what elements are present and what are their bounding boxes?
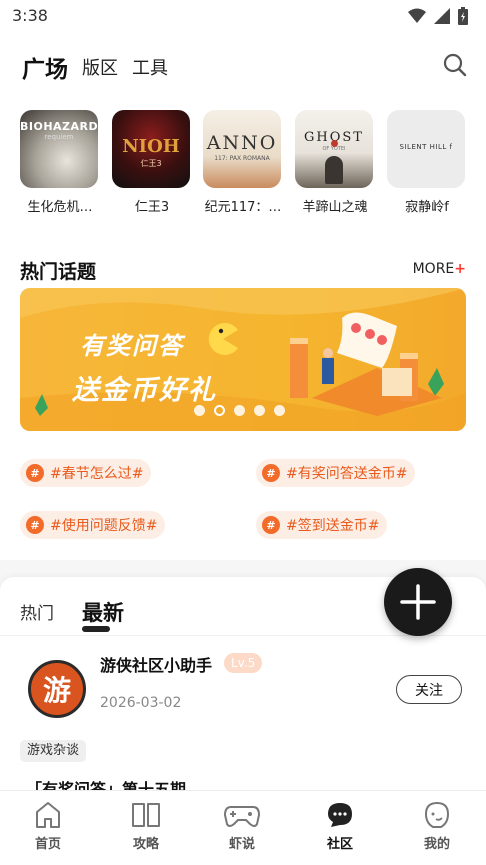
tab-tools[interactable]: 工具: [132, 54, 168, 80]
game-cover: NIOH 仁王3: [112, 110, 190, 188]
banner-line-1: 有奖问答: [80, 332, 184, 360]
search-icon[interactable]: [442, 52, 468, 78]
topic-tag[interactable]: # #使用问题反馈#: [20, 511, 166, 539]
banner-dot[interactable]: [274, 405, 285, 416]
game-item-nioh[interactable]: NIOH 仁王3 仁王3: [112, 110, 192, 215]
topic-tag-label: #有奖问答送金币#: [286, 466, 408, 482]
game-cover-subtitle: 117: PAX ROMANA: [214, 155, 270, 162]
game-item-silent-hill[interactable]: SILENT HILL f 寂静岭f: [387, 110, 467, 215]
game-item-anno[interactable]: ANNO 117: PAX ROMANA 纪元117：…: [203, 110, 283, 215]
game-cover-title: BIOHAZARD: [20, 120, 98, 133]
game-shortcut-row: BIOHAZARD requiem 生化危机… NIOH 仁王3 仁王3 ANN…: [0, 110, 486, 220]
samurai-figure: [325, 156, 343, 184]
book-icon: [132, 803, 160, 827]
profile-icon: [424, 801, 450, 828]
red-sun: [331, 140, 338, 147]
topic-tag-label: #签到送金币#: [286, 518, 380, 534]
tab-forums[interactable]: 版区: [82, 54, 118, 80]
top-header: 广场 版区 工具: [0, 40, 486, 90]
banner-dot[interactable]: [234, 405, 245, 416]
quiz-illustration: [290, 312, 442, 416]
game-name: 寂静岭f: [405, 200, 449, 215]
signal-icon: [434, 8, 450, 24]
pacman-icon: [208, 323, 238, 355]
more-link[interactable]: MORE+: [413, 261, 466, 277]
category-tag[interactable]: 游戏杂谈: [20, 740, 87, 762]
banner-line-2: 送金币好礼: [72, 375, 217, 406]
game-item-biohazard[interactable]: BIOHAZARD requiem 生化危机…: [20, 110, 100, 215]
status-time: 3:38: [12, 6, 48, 25]
game-name: 仁王3: [134, 200, 170, 215]
game-name: 羊蹄山之魂: [302, 200, 368, 215]
game-cover-subtitle: requiem: [44, 133, 74, 141]
game-cover-subtitle: 仁王3: [140, 159, 162, 168]
home-icon: [36, 802, 60, 828]
game-cover: ANNO 117: PAX ROMANA: [203, 110, 281, 188]
game-cover-title: SILENT HILL f: [399, 143, 453, 151]
hashtag-icon: #: [26, 516, 44, 534]
game-name: 纪元117：…: [204, 200, 282, 215]
game-cover-title: ANNO: [206, 132, 278, 154]
banner-pagination: [194, 405, 285, 416]
hot-topics-title: 热门话题: [20, 261, 97, 283]
hashtag-icon: #: [26, 464, 44, 482]
topic-tag-label: #使用问题反馈#: [50, 518, 158, 534]
hashtag-icon: #: [262, 516, 280, 534]
topic-tag[interactable]: # #签到送金币#: [256, 511, 388, 539]
wifi-icon: [408, 8, 426, 23]
banner-dot[interactable]: [254, 405, 265, 416]
status-icons: [408, 7, 468, 25]
banner-dot[interactable]: [194, 405, 205, 416]
plus-icon: [400, 584, 436, 620]
game-cover: SILENT HILL f: [387, 110, 465, 188]
follow-button[interactable]: 关注: [396, 675, 462, 704]
game-cover: GHOST OF YŌTEI: [295, 110, 373, 188]
level-badge: Lv.5: [224, 653, 263, 673]
nav-item-profile[interactable]: 我的: [402, 799, 472, 852]
feed-tab-latest[interactable]: 最新: [82, 597, 124, 627]
nav-label: 攻略: [132, 837, 159, 852]
nav-label: 首页: [34, 837, 61, 852]
gamepad-icon: [224, 806, 260, 827]
nav-item-community[interactable]: 社区: [305, 799, 375, 852]
nav-item-home[interactable]: 首页: [13, 799, 83, 852]
feed-tab-hot[interactable]: 热门: [20, 599, 54, 624]
post-date: 2026-03-02: [100, 695, 182, 711]
post-title[interactable]: 「有奖问答」第十五期: [26, 776, 186, 790]
nav-item-guides[interactable]: 攻略: [111, 799, 181, 852]
chat-bubble-icon: [328, 803, 352, 827]
game-cover-title: NIOH: [122, 136, 180, 157]
status-bar: 3:38: [0, 0, 486, 34]
battery-icon: [458, 7, 468, 25]
banner-dot-active[interactable]: [214, 405, 225, 416]
topic-tag[interactable]: # #有奖问答送金币#: [256, 459, 416, 487]
hashtag-icon: #: [262, 464, 280, 482]
promo-banner[interactable]: 有奖问答 送金币好礼: [20, 288, 466, 431]
nav-label: 虾说: [228, 837, 255, 852]
topic-tag[interactable]: # #春节怎么过#: [20, 459, 152, 487]
game-cover: BIOHAZARD requiem: [20, 110, 98, 188]
nav-label: 社区: [326, 837, 353, 852]
more-label: MORE: [412, 261, 455, 277]
active-tab-indicator: [82, 626, 110, 632]
game-item-ghost[interactable]: GHOST OF YŌTEI 羊蹄山之魂: [295, 110, 375, 215]
author-name[interactable]: 游侠社区小助手: [100, 652, 212, 676]
avatar-glyph: 游: [42, 674, 71, 707]
nav-label: 我的: [423, 837, 450, 852]
plus-icon: +: [454, 261, 466, 277]
create-post-button[interactable]: [384, 568, 452, 636]
topic-tag-label: #春节怎么过#: [50, 466, 144, 482]
bottom-nav: 首页 攻略 虾说 社区 我的: [0, 790, 486, 865]
tab-square[interactable]: 广场: [22, 50, 68, 84]
game-name: 生化危机…: [27, 200, 93, 215]
nav-item-shrimp-talk[interactable]: 虾说: [207, 799, 277, 852]
avatar[interactable]: 游: [28, 660, 86, 718]
